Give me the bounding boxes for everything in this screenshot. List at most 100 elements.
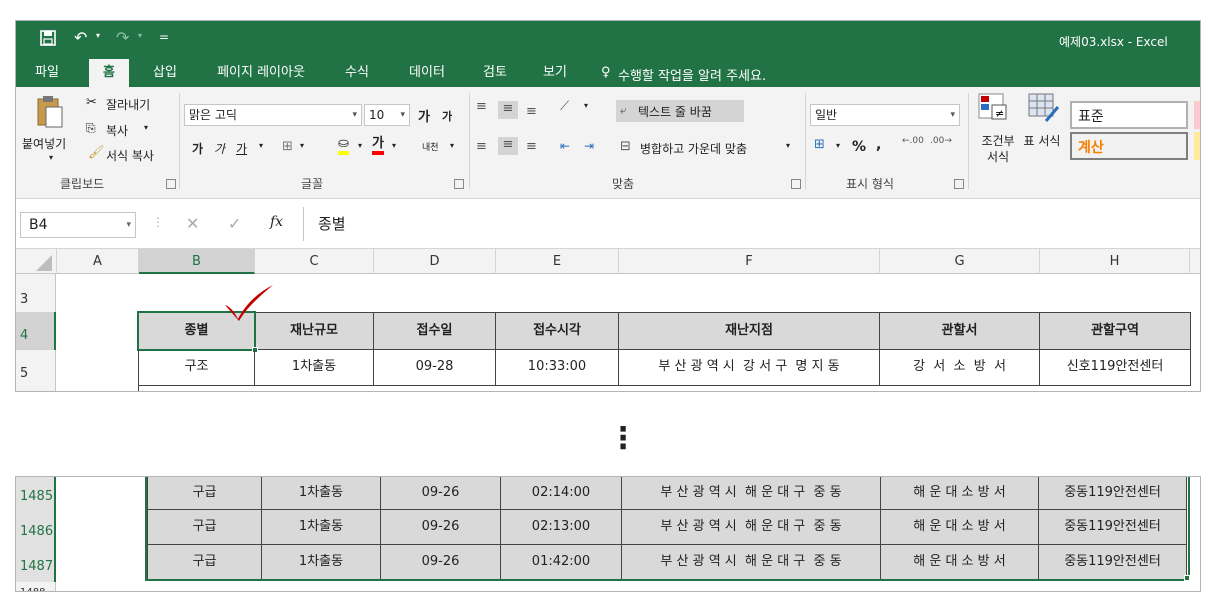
column-header-e[interactable]: E — [496, 249, 619, 274]
decrease-indent-icon[interactable]: ⇤ — [560, 139, 570, 153]
align-middle-icon[interactable]: ≡ — [498, 101, 518, 119]
cut-icon[interactable]: ✂ — [86, 95, 97, 110]
paste-icon[interactable] — [36, 95, 64, 133]
tab-insert[interactable]: 삽입 — [144, 59, 186, 87]
fill-color-dropdown-icon[interactable]: ▾ — [358, 141, 362, 150]
orientation-dropdown-icon[interactable]: ▾ — [584, 101, 588, 110]
decrease-decimal-button[interactable]: .00→ — [930, 137, 952, 146]
format-painter-icon[interactable]: 🖌 — [88, 145, 105, 160]
font-launcher-icon[interactable] — [454, 179, 464, 189]
conditional-formatting-icon[interactable]: ≠ — [978, 93, 1010, 127]
undo-icon[interactable]: ↶ — [74, 28, 87, 47]
cell-e4[interactable]: 접수시각 — [496, 312, 619, 350]
cell-d5[interactable]: 09-28 — [374, 350, 496, 386]
format-as-table-button[interactable]: 표 서식 — [1022, 133, 1062, 149]
save-icon[interactable] — [40, 30, 56, 50]
row-header-3[interactable]: 3 — [16, 274, 56, 312]
increase-decimal-button[interactable]: ←.00 — [902, 137, 924, 146]
style-neutral-swatch[interactable] — [1194, 132, 1200, 160]
increase-indent-icon[interactable]: ⇥ — [584, 139, 594, 153]
column-header-h[interactable]: H — [1040, 249, 1190, 274]
font-name-select[interactable]: 맑은 고딕 ▾ — [184, 104, 362, 126]
align-bottom-icon[interactable]: ≡ — [526, 104, 537, 119]
select-all-corner[interactable] — [16, 249, 57, 274]
tab-review[interactable]: 검토 — [474, 59, 516, 87]
percent-button[interactable]: % — [852, 139, 866, 155]
merge-center-button[interactable]: 병합하고 가운데 맞춤 — [640, 140, 747, 157]
borders-dropdown-icon[interactable]: ▾ — [300, 141, 304, 150]
fill-handle[interactable] — [1184, 575, 1190, 581]
underline-button[interactable]: 가 — [236, 140, 247, 157]
format-as-table-icon[interactable] — [1028, 93, 1060, 127]
merge-dropdown-icon[interactable]: ▾ — [786, 141, 790, 150]
undo-dropdown-icon[interactable]: ▾ — [96, 31, 100, 40]
orientation-icon[interactable]: ⟋ — [560, 99, 569, 114]
style-calculation[interactable]: 계산 — [1070, 132, 1188, 160]
grow-font-button[interactable]: 가 — [418, 106, 430, 125]
column-header-b[interactable]: B — [139, 249, 255, 274]
phonetic-button[interactable]: 내천 — [422, 140, 439, 153]
row-header-1485[interactable]: 1485 — [16, 477, 56, 512]
tab-page-layout[interactable]: 페이지 레이아웃 — [206, 59, 316, 87]
cell-b5[interactable]: 구조 — [138, 350, 255, 386]
cell-f5[interactable]: 부 산 광 역 시 강 서 구 명 지 동 — [619, 350, 880, 386]
underline-dropdown-icon[interactable]: ▾ — [259, 141, 263, 150]
wrap-text-button[interactable]: ⤶ 텍스트 줄 바꿈 — [616, 100, 744, 122]
font-size-select[interactable]: 10 ▾ — [364, 104, 410, 126]
style-normal[interactable]: 표준 — [1070, 101, 1188, 129]
format-painter-button[interactable]: 서식 복사 — [106, 147, 154, 164]
shrink-font-button[interactable]: 가 — [442, 108, 452, 124]
tell-me-box[interactable]: 수행할 작업을 알려 주세요. — [618, 65, 766, 84]
customize-qat-icon[interactable]: = — [159, 30, 169, 44]
font-color-dropdown-icon[interactable]: ▾ — [392, 141, 396, 150]
number-format-select[interactable]: 일반 ▾ — [810, 104, 960, 126]
conditional-formatting-button[interactable]: 조건부 서식 — [976, 133, 1020, 165]
clipboard-launcher-icon[interactable] — [166, 179, 176, 189]
column-header-c[interactable]: C — [255, 249, 374, 274]
row-header-4[interactable]: 4 — [16, 312, 56, 350]
column-header-d[interactable]: D — [374, 249, 496, 274]
tab-file[interactable]: 파일 — [26, 59, 68, 87]
column-header-g[interactable]: G — [880, 249, 1040, 274]
style-bad-swatch[interactable] — [1194, 101, 1200, 129]
copy-button[interactable]: 복사 — [106, 122, 128, 139]
italic-button[interactable]: 가 — [214, 140, 225, 157]
row-header-6[interactable] — [16, 386, 56, 391]
align-top-icon[interactable]: ≡ — [476, 99, 487, 114]
paste-dropdown-icon[interactable]: ▾ — [49, 153, 53, 162]
fill-color-icon[interactable]: ⛀ — [338, 137, 349, 155]
formula-input[interactable]: 종별 — [318, 213, 346, 234]
tab-formulas[interactable]: 수식 — [336, 59, 378, 87]
align-right-icon[interactable]: ≡ — [526, 139, 537, 154]
phonetic-dropdown-icon[interactable]: ▾ — [450, 141, 454, 150]
cell-g4[interactable]: 관할서 — [880, 312, 1040, 350]
cell-g5[interactable]: 강 서 소 방 서 — [880, 350, 1040, 386]
align-left-icon[interactable]: ≡ — [476, 139, 487, 154]
row-header-5[interactable]: 5 — [16, 350, 56, 386]
borders-icon[interactable]: ⊞ — [282, 139, 293, 154]
merge-center-icon[interactable]: ⊟ — [620, 139, 631, 154]
comma-button[interactable]: , — [876, 137, 881, 153]
insert-function-button[interactable]: fx — [270, 214, 283, 230]
name-box[interactable]: B4 ▾ — [20, 212, 136, 238]
cell-e5[interactable]: 10:33:00 — [496, 350, 619, 386]
copy-icon[interactable]: ⎘ — [86, 121, 96, 136]
accounting-dropdown-icon[interactable]: ▾ — [836, 141, 840, 150]
cell-h5[interactable]: 신호119안전센터 — [1040, 350, 1191, 386]
accounting-format-icon[interactable]: ⊞ — [814, 137, 825, 152]
cell-d4[interactable]: 접수일 — [374, 312, 496, 350]
row-header-1487[interactable]: 1487 — [16, 547, 56, 582]
cut-button[interactable]: 잘라내기 — [106, 96, 150, 113]
column-header-f[interactable]: F — [619, 249, 880, 274]
row-header-1486[interactable]: 1486 — [16, 512, 56, 547]
tab-data[interactable]: 데이터 — [400, 59, 454, 87]
tab-home[interactable]: 홈 — [89, 59, 129, 87]
column-header-a[interactable]: A — [57, 249, 139, 274]
alignment-launcher-icon[interactable] — [791, 179, 801, 189]
font-color-button[interactable]: 가 — [372, 137, 384, 155]
tab-view[interactable]: 보기 — [534, 59, 576, 87]
cell-f4[interactable]: 재난지점 — [619, 312, 880, 350]
cell-c5[interactable]: 1차출동 — [255, 350, 374, 386]
bold-button[interactable]: 가 — [192, 140, 203, 157]
align-center-icon[interactable]: ≡ — [498, 137, 518, 155]
